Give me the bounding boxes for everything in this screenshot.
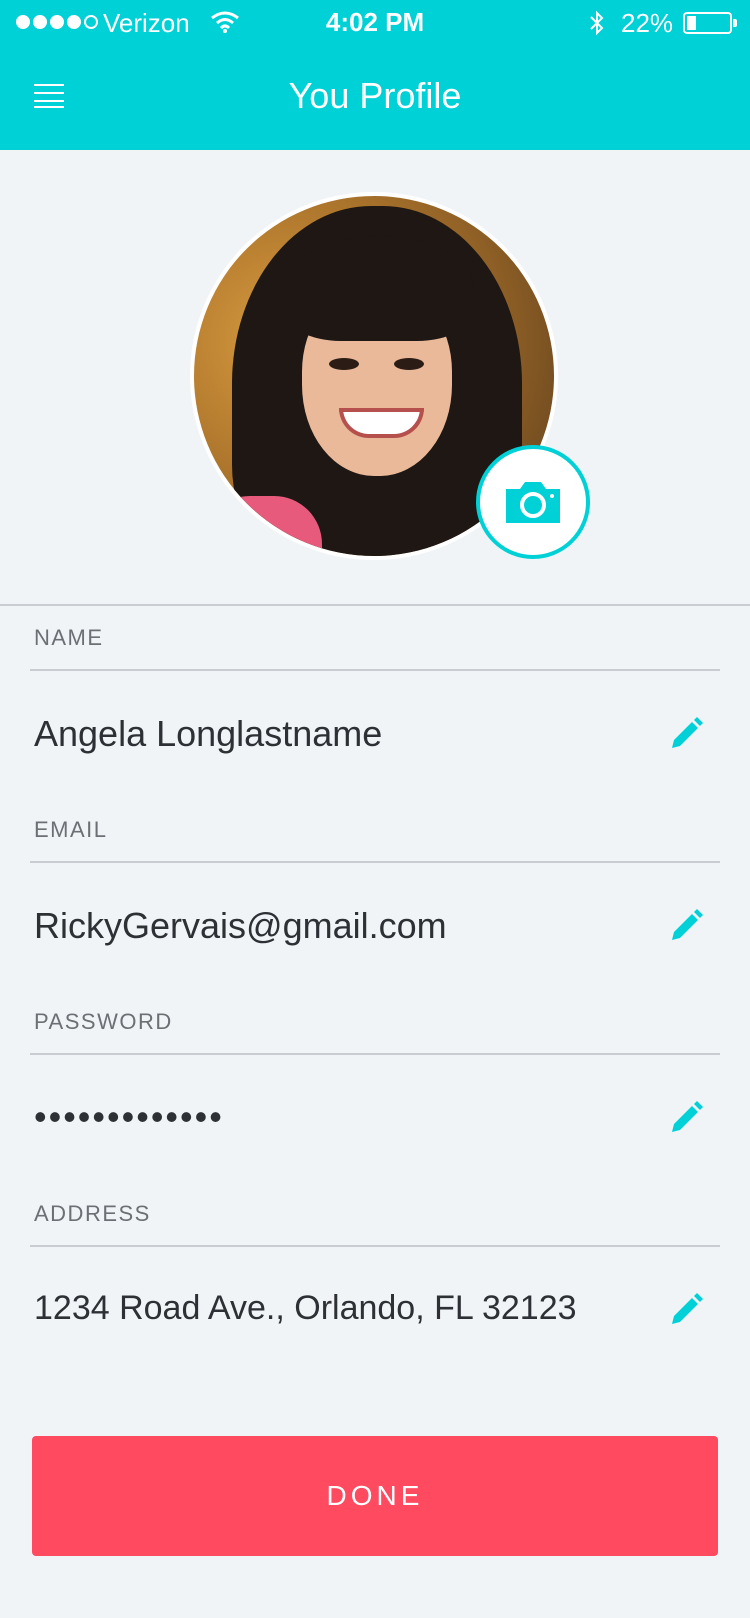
battery-nub: [733, 19, 737, 27]
battery-percent: 22%: [621, 8, 674, 38]
pencil-icon[interactable]: [668, 908, 704, 944]
address-label: ADDRESS: [34, 1201, 151, 1226]
pencil-icon[interactable]: [668, 1292, 704, 1328]
change-photo-button[interactable]: [476, 445, 590, 559]
battery-icon: [683, 12, 737, 34]
password-divider: [30, 1053, 720, 1055]
section-divider: [0, 604, 750, 606]
pencil-icon[interactable]: [668, 716, 704, 752]
photo-eye: [329, 358, 359, 370]
done-button[interactable]: DONE: [32, 1436, 718, 1556]
email-label: EMAIL: [34, 817, 108, 842]
address-divider: [30, 1245, 720, 1247]
name-field[interactable]: Angela Longlastname: [34, 713, 382, 755]
email-divider: [30, 861, 720, 863]
email-field[interactable]: RickyGervais@gmail.com: [34, 905, 447, 947]
password-field[interactable]: •••••••••••••: [34, 1096, 224, 1138]
name-label: NAME: [34, 625, 104, 650]
battery-fill: [687, 16, 697, 30]
photo-bangs: [284, 236, 474, 341]
name-divider: [30, 669, 720, 671]
status-bar: Verizon 4:02 PM 22%: [0, 0, 750, 44]
pencil-icon[interactable]: [668, 1100, 704, 1136]
page-title: You Profile: [288, 75, 462, 116]
bluetooth-icon: [590, 10, 604, 36]
header-bar: Verizon 4:02 PM 22% You Profile: [0, 0, 750, 150]
address-field[interactable]: 1234 Road Ave., Orlando, FL 32123: [34, 1289, 577, 1328]
password-label: PASSWORD: [34, 1009, 173, 1034]
camera-icon: [506, 482, 560, 523]
photo-eye: [394, 358, 424, 370]
